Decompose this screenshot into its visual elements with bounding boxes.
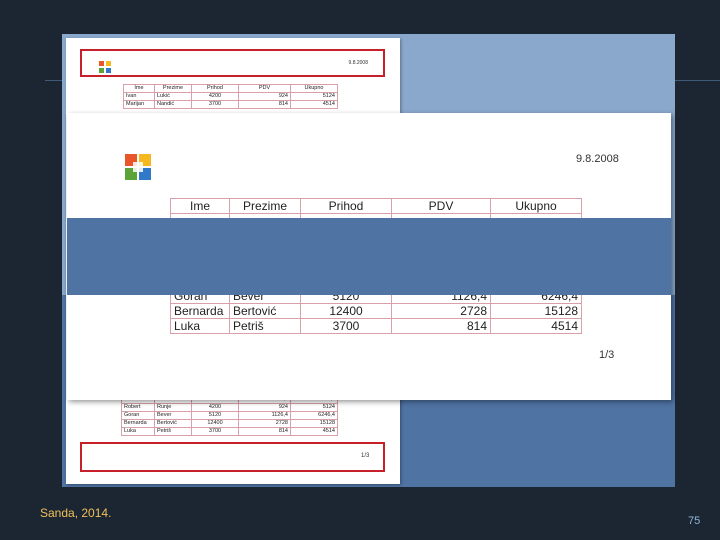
table-cell: 3700 bbox=[300, 318, 392, 334]
table-cell: 4514 bbox=[490, 318, 582, 334]
table-cell: 15128 bbox=[490, 303, 582, 319]
header-cell: Ime bbox=[170, 198, 230, 214]
header-cell: PDV bbox=[238, 84, 291, 93]
table-cell: 3700 bbox=[191, 427, 239, 436]
overlay-band bbox=[67, 218, 671, 295]
table-cell: 924 bbox=[238, 92, 291, 101]
table-row: Luka Petriš 3700 814 4514 bbox=[170, 318, 582, 334]
table-cell: 5124 bbox=[290, 92, 338, 101]
table-cell: Luka bbox=[121, 427, 155, 436]
table-cell: 924 bbox=[238, 403, 291, 412]
data-table-top: Ime Prezime Prihod PDV Ukupno Ivan Lukić… bbox=[123, 84, 338, 109]
page-number: 1/3 bbox=[361, 453, 370, 459]
header-cell: Ime bbox=[123, 84, 155, 93]
header-cell: Ukupno bbox=[290, 84, 338, 93]
table-row: Goran Bever 5120 1126,4 6246,4 bbox=[121, 411, 338, 420]
table-row: Luka Petriš 3700 814 4514 bbox=[121, 427, 338, 436]
page-date: 9.8.2008 bbox=[348, 60, 368, 66]
slide-number: 75 bbox=[688, 515, 701, 527]
table-cell: Bernarda bbox=[121, 419, 155, 428]
footer-highlight-box bbox=[80, 442, 385, 472]
table-cell: 12400 bbox=[300, 303, 392, 319]
table-cell: 12400 bbox=[191, 419, 239, 428]
table-cell: 1126,4 bbox=[238, 411, 291, 420]
office-logo-icon bbox=[125, 154, 151, 180]
table-row: Marijan Nandić 3700 814 4514 bbox=[123, 100, 338, 109]
table-cell: Nandić bbox=[154, 100, 192, 109]
table-row: Bernarda Bertović 12400 2728 15128 bbox=[170, 303, 582, 319]
table-cell: 4200 bbox=[191, 92, 239, 101]
table-cell: Bernarda bbox=[170, 303, 230, 319]
table-cell: 5124 bbox=[290, 403, 338, 412]
page-date: 9.8.2008 bbox=[576, 153, 619, 165]
header-highlight-box bbox=[80, 49, 385, 77]
table-cell: Lukić bbox=[154, 92, 192, 101]
table-cell: Bever bbox=[154, 411, 192, 420]
footer-author: Sanda, 2014. bbox=[40, 506, 112, 520]
header-cell: Prezime bbox=[229, 198, 301, 214]
table-cell: Robert bbox=[121, 403, 155, 412]
table-cell: Luka bbox=[170, 318, 230, 334]
header-cell: Prihod bbox=[191, 84, 239, 93]
header-cell: Prezime bbox=[154, 84, 192, 93]
table-cell: Marijan bbox=[123, 100, 155, 109]
header-cell: Ukupno bbox=[490, 198, 582, 214]
table-cell: 3700 bbox=[191, 100, 239, 109]
table-cell: 4200 bbox=[191, 403, 239, 412]
table-cell: 2728 bbox=[391, 303, 491, 319]
data-table-bottom: Ivica Lukić 5120 1126,4 6246,4 Robert Ru… bbox=[121, 395, 338, 436]
table-cell: 814 bbox=[238, 100, 291, 109]
table-cell: Ivan bbox=[123, 92, 155, 101]
table-cell: 4514 bbox=[290, 427, 338, 436]
table-header-row: Ime Prezime Prihod PDV Ukupno bbox=[170, 198, 582, 214]
table-row: Robert Runje 4200 924 5124 bbox=[121, 403, 338, 412]
office-logo-icon bbox=[99, 61, 111, 73]
table-row: Bernarda Bertović 12400 2728 15128 bbox=[121, 419, 338, 428]
page-number: 1/3 bbox=[599, 349, 615, 361]
table-cell: 6246,4 bbox=[290, 411, 338, 420]
header-cell: Prihod bbox=[300, 198, 392, 214]
table-cell: 814 bbox=[391, 318, 491, 334]
table-cell: Bertović bbox=[229, 303, 301, 319]
header-cell: PDV bbox=[391, 198, 491, 214]
table-row: Ivan Lukić 4200 924 5124 bbox=[123, 92, 338, 101]
table-cell: Goran bbox=[121, 411, 155, 420]
table-header-row: Ime Prezime Prihod PDV Ukupno bbox=[123, 84, 338, 93]
table-cell: 814 bbox=[238, 427, 291, 436]
table-cell: 2728 bbox=[238, 419, 291, 428]
table-cell: 4514 bbox=[290, 100, 338, 109]
table-cell: 15128 bbox=[290, 419, 338, 428]
table-cell: Petriš bbox=[154, 427, 192, 436]
table-cell: Petriš bbox=[229, 318, 301, 334]
table-cell: 5120 bbox=[191, 411, 239, 420]
table-cell: Runje bbox=[154, 403, 192, 412]
table-cell: Bertović bbox=[154, 419, 192, 428]
